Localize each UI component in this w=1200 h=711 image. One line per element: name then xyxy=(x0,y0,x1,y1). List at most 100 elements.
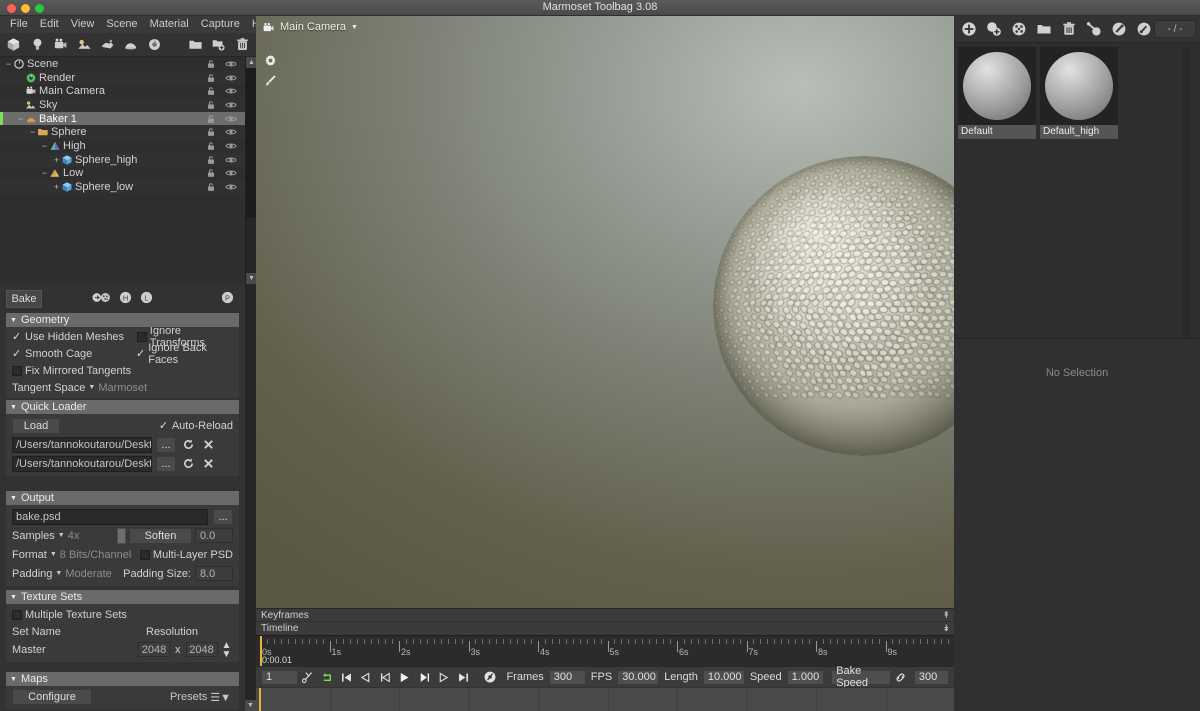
folder-icon[interactable] xyxy=(184,34,207,56)
speed-field[interactable]: 1.000 xyxy=(786,669,825,685)
lock-icon[interactable] xyxy=(206,100,216,110)
lock-icon[interactable] xyxy=(206,168,216,178)
step-forward-icon[interactable] xyxy=(437,671,453,684)
baker-icon[interactable] xyxy=(119,34,142,56)
padding-size-field[interactable]: 8.0 xyxy=(195,566,233,581)
gear-icon[interactable] xyxy=(264,54,277,67)
multi-layer-psd-checkbox[interactable]: Multi-Layer PSD xyxy=(139,549,233,561)
material-thumbnail[interactable] xyxy=(1040,47,1118,125)
minimize-button[interactable] xyxy=(21,4,30,13)
material-thumbnail[interactable] xyxy=(958,47,1036,125)
assign-icon[interactable] xyxy=(1083,19,1104,40)
soften-toggle[interactable] xyxy=(117,527,126,544)
eye-icon[interactable] xyxy=(225,127,237,137)
browse-button-high[interactable]: ... xyxy=(156,436,176,453)
current-frame-field[interactable]: 1 xyxy=(261,669,299,685)
output-filename-field[interactable]: bake.psd xyxy=(12,508,209,525)
track-playhead[interactable] xyxy=(259,688,261,711)
scene-tree-item-sky[interactable]: Sky xyxy=(0,98,245,112)
chevron-down-icon[interactable]: ▼ xyxy=(351,24,358,31)
eye-icon[interactable] xyxy=(225,182,237,192)
lock-icon[interactable] xyxy=(206,127,216,137)
chevron-down-icon[interactable]: ▼ xyxy=(55,570,62,577)
scene-tree-panel[interactable]: − Scene Render Main Camera Sky − Baker 1− Spher… xyxy=(0,57,256,284)
resolution-width-field[interactable]: 2048 xyxy=(138,642,170,657)
scene-tree-item-sphere-low[interactable]: + Sphere_low xyxy=(0,180,245,194)
scene-tree-item-sphere[interactable]: − Sphere xyxy=(0,125,245,140)
close-button[interactable] xyxy=(7,4,16,13)
timeline-collapse-icon[interactable]: ↡ xyxy=(942,623,950,634)
brush-icon[interactable] xyxy=(264,74,277,87)
preview-icon[interactable]: P xyxy=(221,291,234,304)
material-item[interactable]: Default_high xyxy=(1040,47,1118,139)
section-output-header[interactable]: ▼ Output xyxy=(6,491,239,505)
path-field-low[interactable]: /Users/tannokoutarou/Deskto xyxy=(12,455,152,472)
skip-start-icon[interactable] xyxy=(340,671,356,684)
lock-icon[interactable] xyxy=(206,141,216,151)
soften-value-field[interactable]: 0.0 xyxy=(195,528,233,543)
fog-icon[interactable] xyxy=(96,34,119,56)
record-icon[interactable] xyxy=(483,670,499,684)
scene-tree-item-low[interactable]: − Low xyxy=(0,167,245,181)
random-icon[interactable] xyxy=(1008,19,1029,40)
refresh-icon[interactable] xyxy=(180,439,196,450)
paint-icon[interactable] xyxy=(1108,19,1129,40)
mesh-icon[interactable] xyxy=(2,34,25,56)
use-hidden-meshes-checkbox[interactable]: ✓ Use Hidden Meshes xyxy=(12,330,137,344)
fps-field[interactable]: 30.000 xyxy=(617,669,660,685)
scene-tree-item-baker-1[interactable]: − Baker 1 xyxy=(0,111,245,126)
scissors-icon[interactable] xyxy=(301,671,317,684)
expand-plus-icon[interactable]: + xyxy=(52,182,61,192)
bake-panel-scrollbar[interactable]: ▼ xyxy=(245,284,256,711)
section-maps-header[interactable]: ▼ Maps xyxy=(6,672,239,686)
next-frame-icon[interactable] xyxy=(418,671,434,684)
soften-button[interactable]: Soften xyxy=(129,527,192,544)
material-grid-scrollbar[interactable] xyxy=(1183,47,1190,352)
chevron-down-icon[interactable]: ▼ xyxy=(88,384,95,391)
duplicate-icon[interactable] xyxy=(207,34,230,56)
eye-icon[interactable] xyxy=(225,100,237,110)
step-back-icon[interactable] xyxy=(359,671,375,684)
close-icon[interactable] xyxy=(200,458,216,469)
low-icon[interactable]: L xyxy=(140,291,153,304)
add-icon[interactable] xyxy=(958,19,979,40)
collapse-minus-icon[interactable]: − xyxy=(16,114,25,124)
chevron-down-icon[interactable]: ▼ xyxy=(50,551,57,558)
ignore-back-faces-checkbox[interactable]: ✓ Ignore Back Faces xyxy=(136,342,233,366)
maximize-button[interactable] xyxy=(35,4,44,13)
trash-icon[interactable] xyxy=(231,34,254,56)
scene-tree-item-render[interactable]: Render xyxy=(0,70,245,85)
length-field[interactable]: 10.000 xyxy=(702,669,745,685)
expand-plus-icon[interactable]: + xyxy=(52,155,61,165)
padding-value[interactable]: Moderate xyxy=(65,568,111,580)
lock-icon[interactable] xyxy=(206,155,216,165)
skip-end-icon[interactable] xyxy=(457,671,473,684)
scene-tree-item-sphere-high[interactable]: + Sphere_high xyxy=(0,152,245,167)
timeline-bar[interactable]: Timeline ↡ xyxy=(256,621,954,635)
collapse-minus-icon[interactable]: − xyxy=(4,59,13,69)
scene-tree-item-high[interactable]: − High xyxy=(0,139,245,153)
keyframes-expand-icon[interactable]: ↟ xyxy=(942,610,950,621)
samples-value[interactable]: 4x xyxy=(68,530,80,542)
fix-mirrored-tangents-checkbox[interactable]: Fix Mirrored Tangents xyxy=(12,365,131,377)
scene-tree-item-main-camera[interactable]: Main Camera xyxy=(0,84,245,98)
timeline-track-area[interactable] xyxy=(256,687,956,711)
lock-icon[interactable] xyxy=(206,182,216,192)
render-icon[interactable] xyxy=(143,34,166,56)
browse-button-low[interactable]: ... xyxy=(156,455,176,472)
bake-all-icon[interactable] xyxy=(92,291,111,304)
keyframes-bar[interactable]: Keyframes ↟ xyxy=(256,608,954,621)
auto-reload-checkbox[interactable]: ✓ Auto-Reload xyxy=(159,419,233,433)
bake-speed-button[interactable]: Bake Speed xyxy=(831,665,892,689)
lock-icon[interactable] xyxy=(206,73,216,83)
eye-icon[interactable] xyxy=(225,114,237,124)
duplicate-icon[interactable] xyxy=(983,19,1004,40)
resolution-height-field[interactable]: 2048 xyxy=(185,642,218,657)
scroll-down-button[interactable]: ▼ xyxy=(245,700,256,711)
format-value[interactable]: 8 Bits/Channel xyxy=(60,549,132,561)
refresh-icon[interactable] xyxy=(180,458,196,469)
trash-icon[interactable] xyxy=(1058,19,1079,40)
material-page-field[interactable]: - / - xyxy=(1154,20,1196,38)
folder-icon[interactable] xyxy=(1033,19,1054,40)
frames-field[interactable]: 300 xyxy=(548,669,586,685)
